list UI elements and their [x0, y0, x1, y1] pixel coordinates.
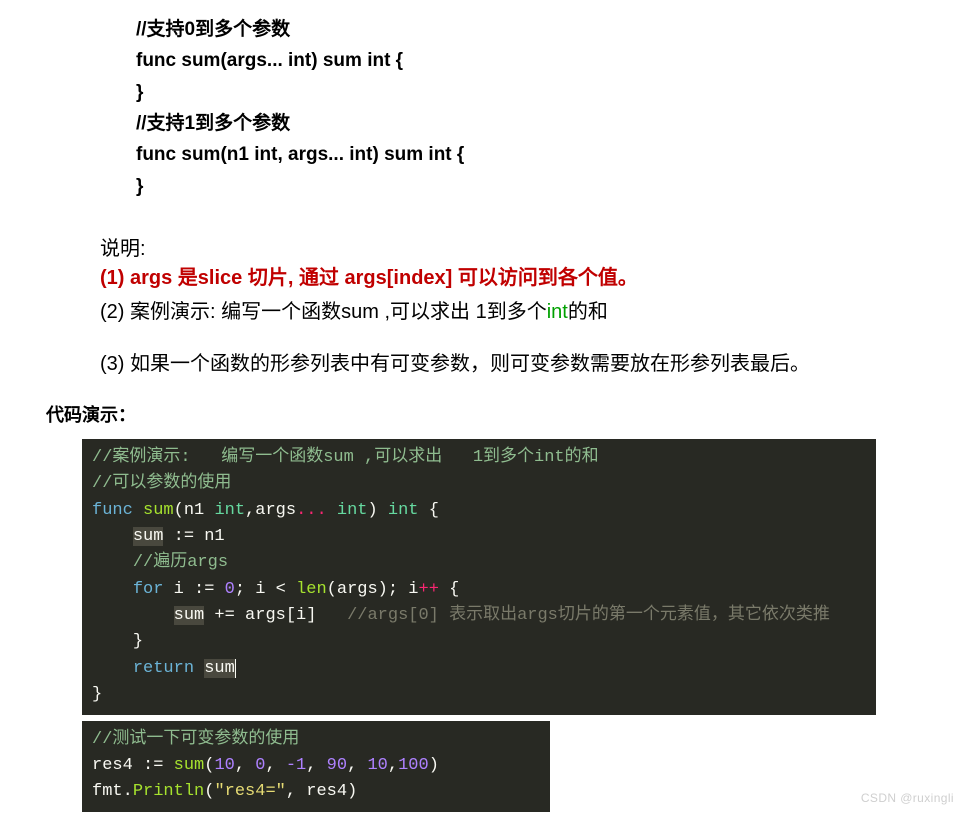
section-title: 代码演示：	[46, 401, 980, 427]
explain-item-2c: 的和	[568, 301, 608, 323]
text: ,args	[245, 501, 296, 520]
syntax-line: func sum(n1 int, args... int) sum int {	[136, 139, 980, 170]
number: -1	[286, 756, 306, 775]
syntax-block: //支持0到多个参数 func sum(args... int) sum int…	[136, 14, 980, 202]
syntax-line: }	[136, 77, 980, 108]
keyword: func	[92, 501, 133, 520]
operator: ++	[419, 580, 439, 599]
code-block-1: //案例演示: 编写一个函数sum ,可以求出 1到多个int的和 //可以参数…	[82, 439, 876, 714]
function: Println	[133, 782, 204, 801]
text: res4 :=	[92, 756, 174, 775]
number: 0	[255, 756, 265, 775]
syntax-line: //支持1到多个参数	[136, 108, 980, 139]
explanation-list: (1) args 是slice 切片, 通过 args[index] 可以访问到…	[100, 261, 980, 379]
paren: )	[429, 756, 439, 775]
explanation-label: 说明:	[100, 232, 980, 261]
number: 10	[214, 756, 234, 775]
type: int	[337, 501, 368, 520]
type: int	[214, 501, 245, 520]
text: ,	[265, 756, 285, 775]
comment: //遍历args	[133, 553, 228, 572]
code-line: //可以参数的使用	[92, 474, 231, 493]
syntax-line: //支持0到多个参数	[136, 14, 980, 45]
function-name: sum	[143, 501, 174, 520]
text: fmt.	[92, 782, 133, 801]
sum-var: sum	[174, 606, 205, 625]
text: += args[i]	[204, 606, 347, 625]
comment: //args[0] 表示取出args切片的第一个元素值，其它依次类推	[347, 606, 830, 625]
text: ; i <	[235, 580, 296, 599]
comment: //测试一下可变参数的使用	[92, 730, 299, 749]
operator: ...	[296, 501, 327, 520]
type: int	[388, 501, 419, 520]
code-line: //案例演示: 编写一个函数sum ,可以求出 1到多个int的和	[92, 448, 599, 467]
text: , res4)	[286, 782, 357, 801]
sum-var: sum	[133, 527, 164, 546]
sum-var: sum	[204, 659, 235, 678]
explain-item-2b: int	[547, 301, 568, 323]
syntax-line: func sum(args... int) sum int {	[136, 45, 980, 76]
text: i :=	[163, 580, 224, 599]
paren: (	[204, 782, 214, 801]
explain-item-2a: (2) 案例演示: 编写一个函数sum ,可以求出 1到多个	[100, 301, 547, 323]
text: {	[419, 501, 439, 520]
keyword: return	[133, 659, 194, 678]
cursor-icon	[235, 659, 236, 678]
watermark: CSDN @ruxingli	[861, 791, 954, 805]
brace: }	[92, 685, 102, 704]
explain-item-3: (3) 如果一个函数的形参列表中有可变参数，则可变参数需要放在形参列表最后。	[100, 349, 980, 379]
text: )	[367, 501, 387, 520]
paren: (	[204, 756, 214, 775]
text: {	[439, 580, 459, 599]
code-block-2: //测试一下可变参数的使用 res4 := sum(10, 0, -1, 90,…	[82, 721, 550, 812]
number: 10	[367, 756, 387, 775]
text: ,	[347, 756, 367, 775]
explain-item-2: (2) 案例演示: 编写一个函数sum ,可以求出 1到多个int的和	[100, 295, 980, 329]
keyword: for	[133, 580, 164, 599]
function: sum	[174, 756, 205, 775]
text: ,	[306, 756, 326, 775]
string: "res4="	[214, 782, 285, 801]
number: 100	[398, 756, 429, 775]
explain-item-1: (1) args 是slice 切片, 通过 args[index] 可以访问到…	[100, 261, 980, 295]
number: 90	[327, 756, 347, 775]
text: ,	[388, 756, 398, 775]
text: := n1	[163, 527, 224, 546]
brace: }	[133, 632, 143, 651]
text: ,	[235, 756, 255, 775]
function: len	[296, 580, 327, 599]
text: (n1	[174, 501, 215, 520]
syntax-line: }	[136, 171, 980, 202]
number: 0	[225, 580, 235, 599]
text: (args); i	[327, 580, 419, 599]
